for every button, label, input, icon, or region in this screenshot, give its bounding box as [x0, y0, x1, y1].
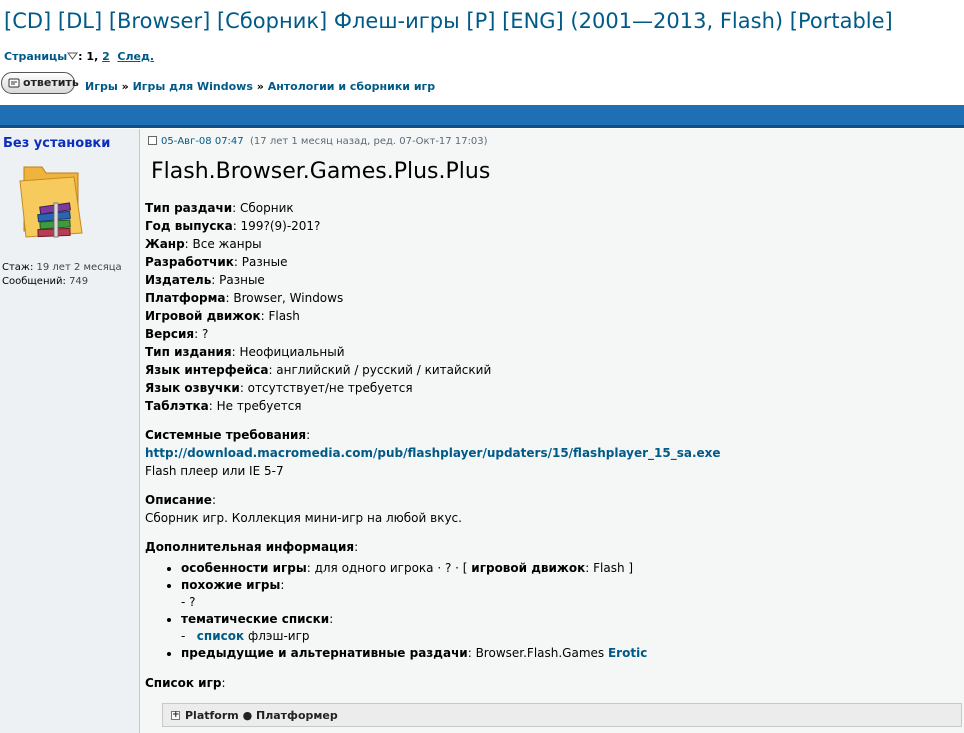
post-body: Тип раздачи: Сборник Год выпуска: 199?(9…	[145, 199, 955, 692]
breadcrumb-separator: »	[256, 80, 264, 93]
user-panel: Без установки Стаж: 19 лет 2 месяца Сооб…	[0, 129, 140, 733]
pagination-label: Страницы	[4, 50, 68, 63]
spoiler-platform[interactable]: + Platform ● Платформер	[162, 703, 962, 727]
user-info: Стаж: 19 лет 2 месяца Сообщений: 749	[2, 261, 122, 289]
reply-button[interactable]: ответить	[1, 72, 79, 94]
post-title: Flash.Browser.Games.Plus.Plus	[151, 159, 491, 184]
flash-games-list-link[interactable]: список	[197, 629, 244, 643]
post-date-link[interactable]: 05-Авг-08 07:47	[161, 136, 244, 147]
posts-value: 749	[69, 276, 89, 287]
sysreq-text: Flash плеер или IE 5-7	[145, 464, 284, 478]
post-time-ago: (17 лет 1 месяц назад, ред. 07-Окт-17 17…	[250, 136, 488, 147]
erotic-link[interactable]: Erotic	[608, 646, 647, 660]
user-nick[interactable]: Без установки	[3, 136, 110, 151]
field-row: Язык озвучки: отсутствует/не требуется	[145, 381, 413, 395]
breadcrumb: Игры » Игры для Windows » Антологии и сб…	[85, 80, 435, 93]
field-row: Тип раздачи: Сборник	[145, 201, 294, 215]
avatar	[19, 166, 83, 238]
field-row: Версия: ?	[145, 327, 209, 341]
chevron-down-icon[interactable]	[67, 52, 79, 61]
field-row: Разработчик: Разные	[145, 255, 288, 269]
list-item: предыдущие и альтернативные раздачи: Bro…	[181, 645, 955, 662]
sysreq-heading: Системные требования:	[145, 428, 311, 442]
description-heading: Описание:	[145, 493, 216, 507]
breadcrumb-separator: »	[121, 80, 129, 93]
pencil-icon	[8, 78, 20, 88]
stazh-value: 19 лет 2 месяца	[36, 262, 122, 273]
stazh-label: Стаж:	[2, 262, 34, 273]
list-item: особенности игры: для одного игрока · ? …	[181, 560, 955, 577]
expand-icon: +	[171, 710, 180, 720]
breadcrumb-anthologies[interactable]: Антологии и сборники игр	[268, 80, 435, 93]
field-row: Издатель: Разные	[145, 273, 265, 287]
breadcrumb-windows-games[interactable]: Игры для Windows	[133, 80, 253, 93]
page-current: 1	[86, 50, 95, 63]
next-page-link[interactable]: След.	[117, 50, 154, 63]
post-icon	[148, 136, 157, 145]
description-text: Сборник игр. Коллекция мини-игр на любой…	[145, 511, 462, 525]
post: 05-Авг-08 07:47 (17 лет 1 месяц назад, р…	[140, 129, 964, 733]
extra-info-heading: Дополнительная информация:	[145, 540, 359, 554]
reply-label: ответить	[23, 76, 79, 89]
spoiler-label: Platform ● Платформер	[185, 709, 338, 722]
post-meta: 05-Авг-08 07:47 (17 лет 1 месяц назад, р…	[148, 136, 488, 147]
field-row: Год выпуска: 199?(9)-201?	[145, 219, 321, 233]
field-row: Жанр: Все жанры	[145, 237, 262, 251]
field-row: Таблэтка: Не требуется	[145, 399, 302, 413]
page-2-link[interactable]: 2	[102, 50, 110, 63]
extra-info-list: особенности игры: для одного игрока · ? …	[145, 560, 955, 662]
field-row: Платформа: Browser, Windows	[145, 291, 344, 305]
posts-label: Сообщений:	[2, 276, 66, 287]
list-item: тематические списки: - список флэш-игр	[181, 611, 955, 645]
breadcrumb-games[interactable]: Игры	[85, 80, 118, 93]
pagination: Страницы: 1, 2 След.	[4, 50, 155, 63]
field-row: Тип издания: Неофициальный	[145, 345, 345, 359]
flashplayer-download-link[interactable]: http://download.macromedia.com/pub/flash…	[145, 446, 721, 460]
field-row: Игровой движок: Flash	[145, 309, 300, 323]
post-header-bar	[0, 105, 964, 128]
gamelist-heading: Список игр:	[145, 676, 226, 690]
topic-title[interactable]: [CD] [DL] [Browser] [Сборник] Флеш-игры …	[4, 9, 893, 33]
field-row: Язык интерфейса: английский / русский / …	[145, 363, 492, 377]
list-item: похожие игры: - ?	[181, 577, 955, 611]
